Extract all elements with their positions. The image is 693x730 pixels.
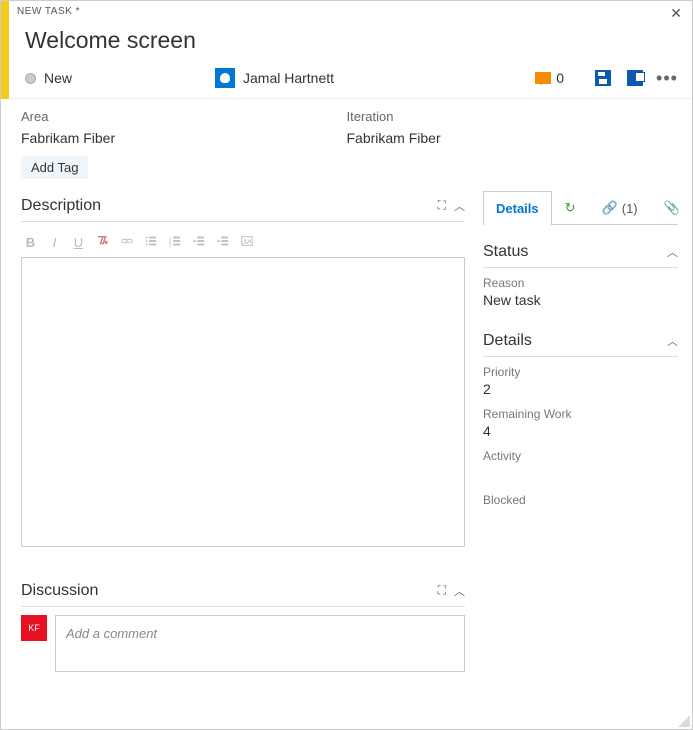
blocked-label: Blocked: [483, 493, 678, 507]
indent-button[interactable]: [215, 234, 230, 251]
number-list-button[interactable]: 123: [167, 234, 182, 251]
priority-label: Priority: [483, 365, 678, 379]
iteration-label: Iteration: [347, 109, 673, 124]
assignee-name: Jamal Hartnett: [243, 70, 334, 86]
details-heading: Details: [483, 332, 532, 350]
svg-text:3: 3: [168, 242, 171, 247]
description-heading: Description: [21, 197, 101, 215]
comment-count[interactable]: 0: [535, 70, 564, 86]
work-item-type-label: NEW TASK *: [1, 1, 692, 21]
link-icon: 🔗: [602, 200, 618, 216]
reason-value[interactable]: New task: [483, 292, 678, 308]
avatar-icon: [215, 68, 235, 88]
history-icon: ↻: [565, 200, 576, 216]
description-editor[interactable]: [21, 257, 465, 547]
collapse-status-button[interactable]: ︿: [667, 244, 678, 260]
area-value: Fabrikam Fiber: [21, 130, 347, 146]
resize-grip[interactable]: [678, 715, 690, 727]
collapse-discussion-button[interactable]: ︿: [454, 583, 465, 599]
links-count: (1): [622, 201, 638, 216]
collapse-details-button[interactable]: ︿: [667, 333, 678, 349]
state-text: New: [44, 70, 72, 86]
template-button[interactable]: [626, 69, 644, 87]
area-label: Area: [21, 109, 347, 124]
bold-button[interactable]: B: [23, 235, 38, 250]
reason-label: Reason: [483, 276, 678, 290]
link-button[interactable]: [119, 234, 134, 251]
state-field[interactable]: New: [25, 70, 215, 86]
blocked-value[interactable]: [483, 509, 678, 527]
activity-label: Activity: [483, 449, 678, 463]
collapse-description-button[interactable]: ︿: [454, 198, 465, 214]
tab-links[interactable]: 🔗 (1): [589, 191, 651, 224]
outdent-button[interactable]: [191, 234, 206, 251]
italic-button[interactable]: I: [47, 235, 62, 250]
tab-details-label: Details: [496, 201, 539, 216]
comment-input[interactable]: Add a comment: [55, 615, 465, 672]
comment-count-value: 0: [556, 70, 564, 86]
type-label-text: NEW TASK *: [17, 6, 80, 17]
rich-text-toolbar: B I U 123: [21, 230, 465, 257]
save-button[interactable]: [594, 69, 612, 87]
image-button[interactable]: [239, 234, 254, 251]
remaining-work-value[interactable]: 4: [483, 423, 678, 439]
remaining-work-label: Remaining Work: [483, 407, 678, 421]
close-button[interactable]: ✕: [670, 5, 682, 22]
more-actions-button[interactable]: •••: [658, 69, 676, 87]
priority-value[interactable]: 2: [483, 381, 678, 397]
work-item-title[interactable]: Welcome screen: [25, 27, 672, 54]
fullscreen-icon[interactable]: ⛶: [438, 198, 446, 214]
assignee-field[interactable]: Jamal Hartnett: [215, 68, 535, 88]
template-icon: [627, 70, 643, 86]
tab-details[interactable]: Details: [483, 191, 552, 225]
underline-button[interactable]: U: [71, 235, 86, 250]
attachment-icon: 📎: [664, 200, 680, 216]
tab-history[interactable]: ↻: [552, 191, 589, 224]
state-dot-icon: [25, 73, 36, 84]
iteration-value: Fabrikam Fiber: [347, 130, 673, 146]
discussion-heading: Discussion: [21, 582, 98, 600]
iteration-path-field[interactable]: Iteration Fabrikam Fiber: [347, 109, 673, 146]
bullet-list-button[interactable]: [143, 234, 158, 251]
tab-attachments[interactable]: 📎: [651, 191, 693, 224]
current-user-avatar: KF: [21, 615, 47, 641]
status-heading: Status: [483, 243, 528, 261]
accent-bar: [1, 1, 9, 99]
area-path-field[interactable]: Area Fabrikam Fiber: [21, 109, 347, 146]
clear-format-button[interactable]: [95, 234, 110, 251]
activity-value[interactable]: [483, 465, 678, 483]
add-tag-button[interactable]: Add Tag: [21, 156, 88, 179]
comment-icon: [535, 72, 551, 84]
save-icon: [595, 70, 611, 86]
fullscreen-discussion-icon[interactable]: ⛶: [438, 583, 446, 599]
